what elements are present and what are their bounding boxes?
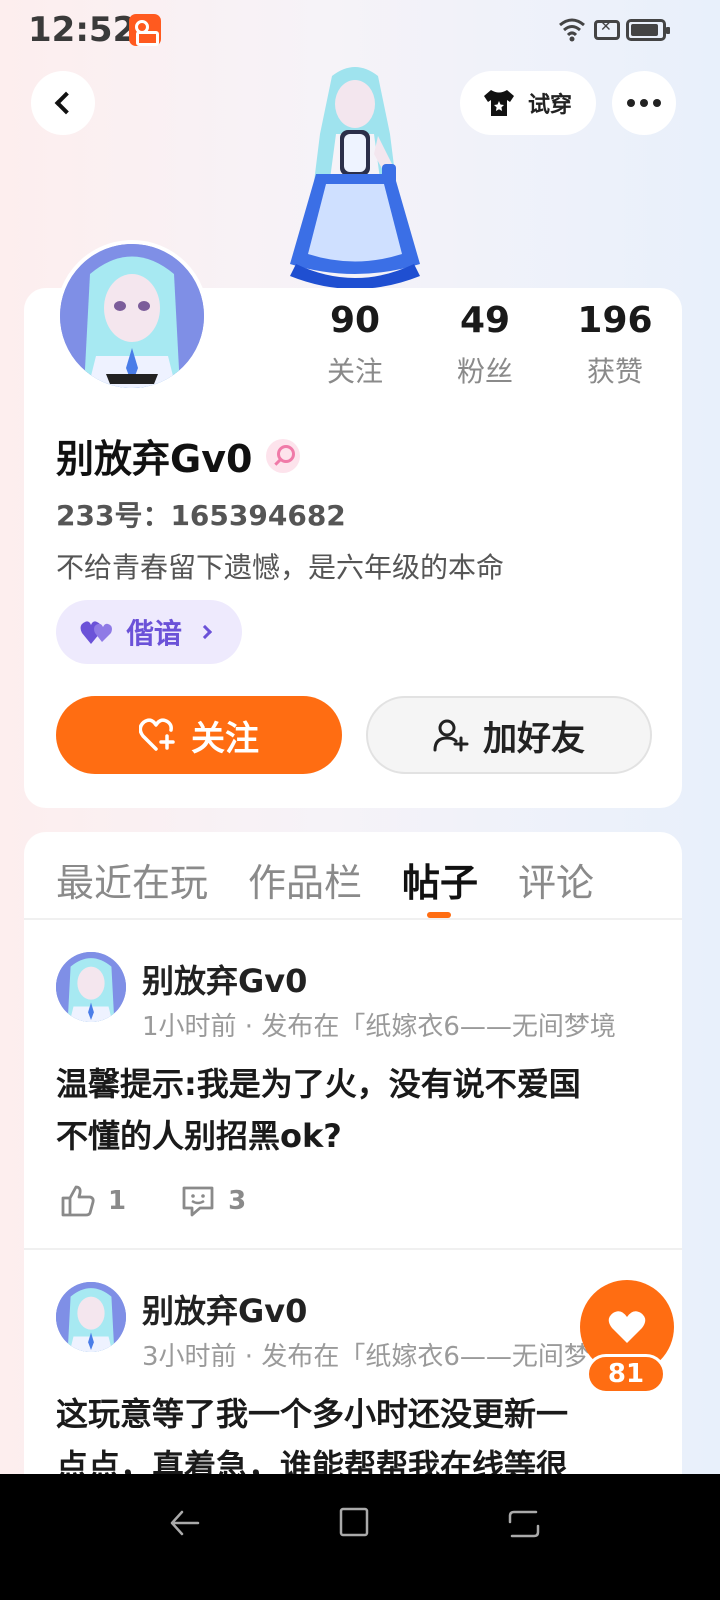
chevron-right-icon (197, 624, 213, 640)
post-text-line: 温馨提示:我是为了火，没有说不爱国 (56, 1065, 581, 1103)
try-on-button[interactable]: 试穿 (460, 71, 596, 135)
wifi-icon (559, 18, 585, 42)
system-nav-bar (0, 1474, 720, 1600)
chevron-left-icon (54, 91, 78, 115)
post-text: 这玩意等了我一个多小时还没更新一 点点，真着急，谁能帮帮我在线等很 (56, 1388, 656, 1474)
character-figure (290, 67, 420, 289)
relationship-tag-button[interactable]: 偕谙 (56, 600, 242, 664)
avatar-image (56, 1282, 126, 1352)
post-text: 温馨提示:我是为了火，没有说不爱国 不懂的人别招黑ok? (56, 1058, 656, 1162)
status-time: 12:52 (28, 10, 137, 50)
add-user-icon (433, 719, 469, 752)
post-avatar[interactable] (56, 1282, 126, 1352)
nickname-row: 别放弃Gv0 (56, 428, 301, 483)
relationship-tag-label: 偕谙 (126, 617, 183, 650)
stat-following[interactable]: 90 关注 (290, 298, 420, 398)
stat-value: 90 (329, 300, 381, 341)
post-avatar[interactable] (56, 952, 126, 1022)
follow-button[interactable]: 关注 (56, 696, 342, 774)
avatar-image (56, 952, 126, 1022)
kuaishou-app-icon (129, 14, 161, 46)
thumbs-up-icon (61, 1185, 95, 1217)
divider (24, 918, 682, 920)
try-on-label: 试穿 (528, 93, 573, 118)
battery-icon (626, 19, 670, 41)
heart-plus-icon (139, 718, 175, 751)
comment-button[interactable]: 3 (180, 1184, 246, 1218)
add-friend-label: 加好友 (483, 718, 585, 759)
post-text-line: 不懂的人别招黑ok? (56, 1117, 342, 1155)
stat-followers[interactable]: 49 粉丝 (420, 298, 550, 398)
nickname: 别放弃Gv0 (56, 437, 253, 481)
like-count: 1 (108, 1186, 127, 1216)
comment-icon (182, 1186, 214, 1217)
stat-likes[interactable]: 196 获赞 (550, 298, 680, 398)
back-button[interactable] (31, 71, 95, 135)
heart-icon (608, 1311, 646, 1343)
post-meta[interactable]: 1小时前 · 发布在「纸嫁衣6——无间梦境 (142, 1006, 672, 1043)
user-id: 233号：165394682 (56, 499, 346, 532)
post-card[interactable]: 别放弃Gv0 1小时前 · 发布在「纸嫁衣6——无间梦境 温馨提示:我是为了火，… (24, 940, 682, 1240)
post-text-line: 点点，真着急，谁能帮帮我在线等很 (56, 1447, 569, 1474)
stat-value: 196 (577, 300, 653, 341)
floating-like-count: 81 (586, 1354, 666, 1394)
tab-comments[interactable]: 评论 (518, 852, 594, 907)
stat-label: 获赞 (586, 355, 643, 388)
double-heart-icon (80, 621, 112, 644)
profile-stats: 90 关注 49 粉丝 196 获赞 (290, 298, 680, 398)
female-gender-icon (266, 438, 301, 473)
avatar[interactable] (56, 240, 208, 392)
add-friend-button[interactable]: 加好友 (366, 696, 652, 774)
more-button[interactable] (612, 71, 676, 135)
stat-value: 49 (459, 300, 511, 341)
no-sim-icon (594, 19, 620, 40)
user-bio: 不给青春留下遗憾，是六年级的本命 (56, 551, 505, 584)
shirt-icon (484, 90, 514, 116)
nav-home-icon[interactable] (338, 1506, 370, 1538)
nav-recents-icon[interactable] (506, 1506, 542, 1542)
follow-label: 关注 (191, 718, 259, 759)
post-author[interactable]: 别放弃Gv0 (142, 956, 307, 1002)
tab-works[interactable]: 作品栏 (248, 852, 362, 907)
tab-recently-played[interactable]: 最近在玩 (56, 852, 208, 907)
tab-posts[interactable]: 帖子 (402, 852, 478, 907)
divider (24, 1248, 682, 1250)
nav-back-icon[interactable] (168, 1506, 202, 1540)
like-button[interactable]: 1 (60, 1184, 126, 1218)
post-text-line: 这玩意等了我一个多小时还没更新一 (56, 1395, 569, 1433)
status-bar: 12:52 (0, 0, 720, 62)
post-actions: 1 3 (60, 1184, 300, 1218)
post-card[interactable]: 别放弃Gv0 3小时前 · 发布在「纸嫁衣6——无间梦境 这玩意等了我一个多小时… (24, 1270, 682, 1474)
post-author[interactable]: 别放弃Gv0 (142, 1286, 307, 1332)
comment-count: 3 (228, 1186, 247, 1216)
stat-label: 关注 (326, 355, 383, 388)
profile-tabs: 最近在玩 作品栏 帖子 评论 (56, 852, 594, 907)
avatar-image (60, 244, 204, 388)
stat-label: 粉丝 (456, 355, 513, 388)
